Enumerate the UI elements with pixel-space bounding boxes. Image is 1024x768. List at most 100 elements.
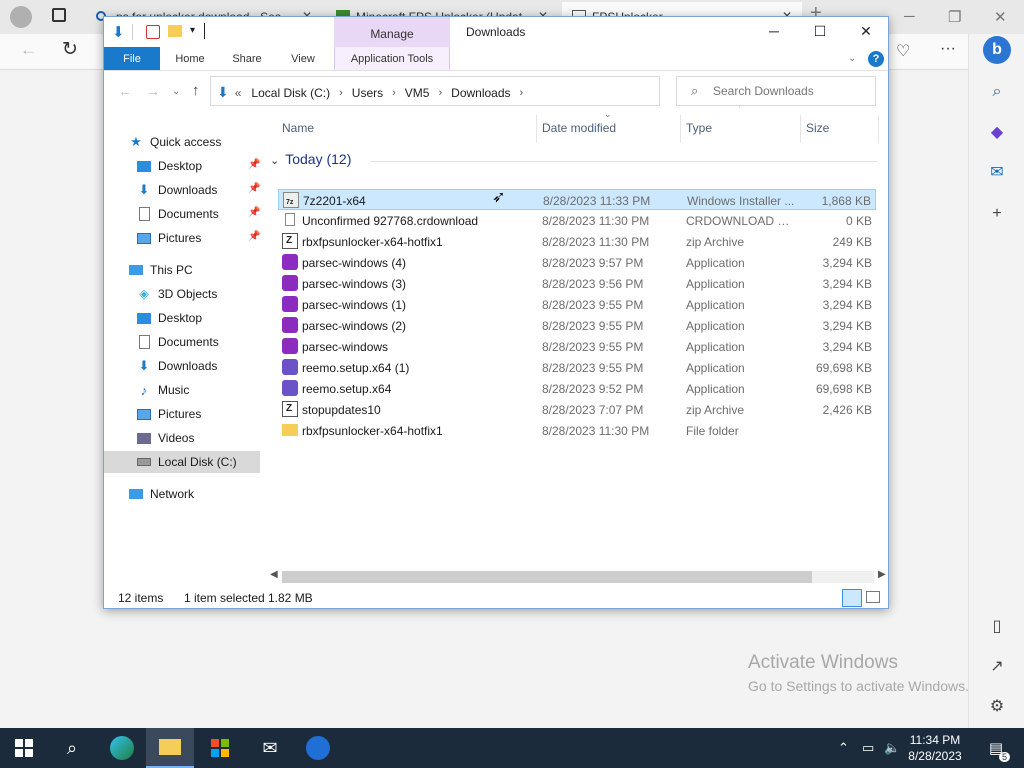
file-row[interactable]: parsec-windows (1) 8/28/2023 9:55 PM App… [278, 294, 876, 315]
tab-share[interactable]: Share [222, 47, 272, 70]
browser-health-icon[interactable]: ♡ [896, 41, 910, 61]
nav-network[interactable]: Network [128, 483, 194, 505]
add-icon[interactable]: + [987, 204, 1007, 224]
file-row[interactable]: Unconfirmed 927768.crdownload 8/28/2023 … [278, 210, 876, 231]
browser-close-button[interactable]: ✕ [994, 8, 1007, 26]
breadcrumb-vm5[interactable]: VM5 [405, 86, 430, 100]
breadcrumb-users[interactable]: Users [352, 86, 383, 100]
column-type[interactable]: Type [686, 121, 712, 135]
pin-icon[interactable]: 📌 [248, 159, 260, 170]
nav-quick-pictures[interactable]: Pictures [136, 227, 201, 249]
file-row[interactable]: parsec-windows 8/28/2023 9:55 PM Applica… [278, 336, 876, 357]
search-icon[interactable]: ⌕ [987, 82, 1007, 102]
pin-icon[interactable]: 📌 [248, 231, 260, 242]
chevron-right-icon[interactable]: › [392, 87, 396, 99]
mail-icon[interactable]: ✉ [246, 728, 294, 768]
nav-quick-documents[interactable]: Documents [136, 203, 219, 225]
browser-back-button[interactable]: ← [20, 40, 37, 60]
tab-application-tools[interactable]: Application Tools [334, 47, 450, 70]
browser-restore-button[interactable]: ❐ [948, 8, 961, 26]
sidebar-toggle-icon[interactable]: ▯ [987, 616, 1007, 636]
breadcrumb-downloads[interactable]: Downloads [451, 86, 510, 100]
scroll-left-arrow-icon[interactable]: ◀ [270, 569, 278, 580]
details-view-icon[interactable] [842, 589, 862, 607]
nav-quick-access[interactable]: ★ Quick access [128, 131, 221, 153]
column-name[interactable]: Name [282, 121, 314, 135]
breadcrumb-local-disk[interactable]: Local Disk (C:) [251, 86, 330, 100]
column-divider[interactable] [680, 115, 681, 143]
column-divider[interactable] [800, 115, 801, 143]
file-explorer-taskbar-icon[interactable] [146, 728, 194, 768]
search-box[interactable]: ⌕ [676, 76, 876, 106]
pin-icon[interactable]: 📌 [248, 207, 260, 218]
nav-downloads[interactable]: ⬇ Downloads [136, 355, 218, 377]
column-divider[interactable] [536, 115, 537, 143]
search-input[interactable] [713, 84, 873, 98]
browser-more-button[interactable]: ··· [940, 40, 956, 58]
tools-icon[interactable]: ◆ [987, 122, 1007, 142]
chevron-right-icon[interactable]: › [339, 87, 343, 99]
minimize-button[interactable]: ─ [764, 23, 784, 41]
scrollbar-thumb[interactable] [282, 571, 812, 583]
chevron-right-icon[interactable]: › [520, 87, 524, 99]
file-row[interactable]: rbxfpsunlocker-x64-hotfix1 8/28/2023 11:… [278, 420, 876, 441]
tab-view[interactable]: View [278, 47, 328, 70]
file-row[interactable]: 7z 7z2201-x64 8/28/2023 11:33 PM Windows… [278, 189, 876, 210]
edge-browser-icon[interactable] [98, 728, 146, 768]
firefox-icon[interactable] [294, 728, 342, 768]
show-hidden-icons-icon[interactable]: ⌃ [838, 740, 849, 756]
up-button[interactable]: ↑ [192, 82, 200, 99]
quick-access-down-icon[interactable]: ⬇ [112, 23, 125, 41]
horizontal-scrollbar[interactable]: ◀ ▶ [268, 569, 888, 585]
back-button[interactable]: ← [118, 83, 132, 99]
file-row[interactable]: reemo.setup.x64 8/28/2023 9:52 PM Applic… [278, 378, 876, 399]
file-row[interactable]: Z rbxfpsunlocker-x64-hotfix1 8/28/2023 1… [278, 231, 876, 252]
notification-center-icon[interactable]: ▤ 5 [976, 728, 1016, 768]
new-folder-icon[interactable] [168, 25, 182, 37]
nav-documents[interactable]: Documents [136, 331, 219, 353]
nav-local-disk[interactable]: Local Disk (C:) [104, 451, 260, 473]
network-tray-icon[interactable]: ▭ [862, 740, 874, 756]
bing-chat-icon[interactable]: b [983, 36, 1011, 64]
profile-avatar[interactable] [10, 6, 32, 28]
file-row[interactable]: Z stopupdates10 8/28/2023 7:07 PM zip Ar… [278, 399, 876, 420]
file-row[interactable]: reemo.setup.x64 (1) 8/28/2023 9:55 PM Ap… [278, 357, 876, 378]
group-header-today[interactable]: ⌄ Today (12) [270, 151, 351, 167]
tab-file[interactable]: File [104, 47, 160, 70]
nav-videos[interactable]: Videos [136, 427, 194, 449]
breadcrumb-overflow[interactable]: « [235, 86, 242, 100]
nav-this-pc[interactable]: This PC [128, 259, 193, 281]
scroll-right-arrow-icon[interactable]: ▶ [878, 569, 886, 580]
browser-minimize-button[interactable]: ─ [904, 8, 915, 25]
outlook-icon[interactable]: ✉ [987, 162, 1007, 182]
customize-dropdown-icon[interactable]: ▾ [190, 25, 195, 36]
nav-pictures[interactable]: Pictures [136, 403, 201, 425]
external-link-icon[interactable]: ↗ [987, 656, 1007, 676]
recent-locations-icon[interactable]: ⌄ [172, 86, 180, 97]
properties-icon[interactable] [146, 25, 160, 39]
volume-icon[interactable]: 🔈 [884, 740, 900, 756]
column-date-modified[interactable]: Date modified [542, 121, 616, 135]
file-row[interactable]: parsec-windows (2) 8/28/2023 9:55 PM App… [278, 315, 876, 336]
windows-start-icon[interactable] [0, 728, 48, 768]
nav-music[interactable]: ♪ Music [136, 379, 190, 401]
nav-3d-objects[interactable]: ◈ 3D Objects [136, 283, 217, 305]
close-button[interactable]: ✕ [856, 23, 876, 41]
store-icon[interactable] [196, 728, 244, 768]
large-icons-view-icon[interactable] [866, 591, 880, 603]
tab-actions-icon[interactable] [52, 8, 66, 22]
ribbon-expand-icon[interactable]: ⌄ [848, 53, 856, 64]
maximize-button[interactable]: ☐ [810, 23, 830, 41]
pin-icon[interactable]: 📌 [248, 183, 260, 194]
file-row[interactable]: parsec-windows (3) 8/28/2023 9:56 PM App… [278, 273, 876, 294]
nav-desktop[interactable]: Desktop [136, 307, 202, 329]
browser-reload-button[interactable]: ↻ [62, 38, 78, 61]
column-size[interactable]: Size [806, 121, 829, 135]
nav-quick-desktop[interactable]: Desktop [136, 155, 202, 177]
forward-button[interactable]: → [146, 83, 160, 99]
nav-quick-downloads[interactable]: ⬇ Downloads [136, 179, 218, 201]
column-divider[interactable] [878, 115, 879, 143]
address-bar[interactable]: ⬇ « Local Disk (C:) › Users › VM5 › Down… [210, 76, 759, 108]
taskbar-search-icon[interactable]: ⌕ [48, 728, 96, 768]
chevron-right-icon[interactable]: › [438, 87, 442, 99]
